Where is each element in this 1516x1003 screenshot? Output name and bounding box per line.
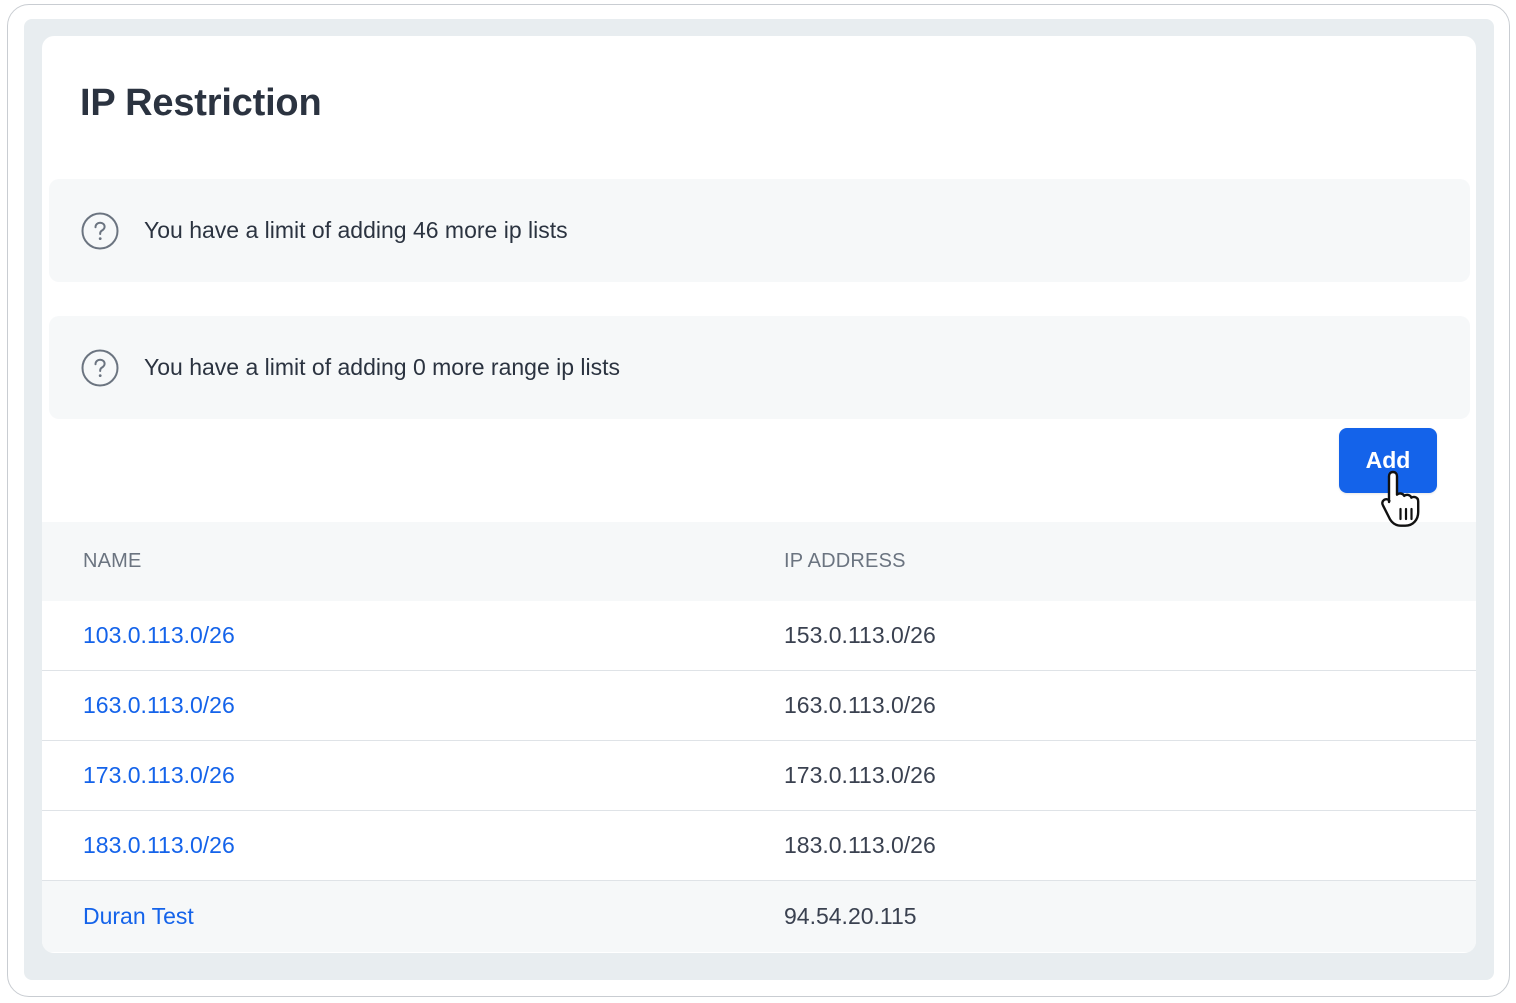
table-header: NAME IP ADDRESS [42,522,1476,601]
table-row[interactable]: 173.0.113.0/26 173.0.113.0/26 [42,741,1476,811]
ip-address-cell: 94.54.20.115 [784,903,917,929]
ip-restriction-card: IP Restriction You have a limit of addin… [42,36,1476,953]
notice-text: You have a limit of adding 46 more ip li… [144,217,568,243]
ip-list-name-link[interactable]: 173.0.113.0/26 [83,762,235,789]
table-row[interactable]: 183.0.113.0/26 183.0.113.0/26 [42,811,1476,881]
ip-address-cell: 163.0.113.0/26 [784,692,936,718]
page-title: IP Restriction [80,82,322,124]
table-row[interactable]: Duran Test 94.54.20.115 [42,881,1476,952]
ip-list-name-link[interactable]: Duran Test [83,903,194,930]
table-row[interactable]: 163.0.113.0/26 163.0.113.0/26 [42,671,1476,741]
ip-address-cell: 183.0.113.0/26 [784,832,936,858]
range-ip-list-limit-notice: You have a limit of adding 0 more range … [49,316,1470,419]
ip-list-name-link[interactable]: 183.0.113.0/26 [83,832,235,859]
ip-list-name-link[interactable]: 103.0.113.0/26 [83,622,235,649]
column-header-name: NAME [83,550,142,572]
table-row[interactable]: 103.0.113.0/26 153.0.113.0/26 [42,601,1476,671]
question-circle-icon [80,211,120,251]
ip-list-limit-notice: You have a limit of adding 46 more ip li… [49,179,1470,282]
add-button[interactable]: Add [1339,428,1437,493]
question-circle-icon [80,348,120,388]
ip-address-cell: 173.0.113.0/26 [784,762,936,788]
ip-address-cell: 153.0.113.0/26 [784,622,936,648]
ip-list-name-link[interactable]: 163.0.113.0/26 [83,692,235,719]
notice-text: You have a limit of adding 0 more range … [144,354,621,380]
column-header-ip-address: IP ADDRESS [784,550,906,572]
ip-list-table: NAME IP ADDRESS 103.0.113.0/26 153.0.113… [42,522,1476,952]
